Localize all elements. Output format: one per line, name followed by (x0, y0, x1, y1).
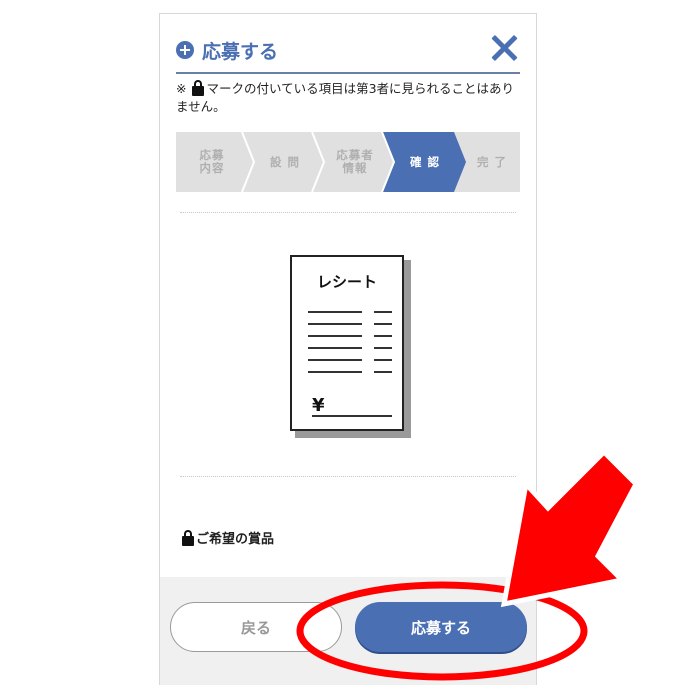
close-icon[interactable] (488, 32, 520, 64)
apply-modal: 応募する ※ マークの付いている項目は第3者に見られることはありません。 応募 … (159, 13, 537, 685)
back-button[interactable]: 戻る (170, 602, 342, 652)
modal-title: 応募する (202, 41, 279, 63)
lock-icon (192, 80, 205, 96)
prize-label-text: ご希望の賞品 (196, 532, 275, 547)
modal-footer: 戻る 応募する (160, 577, 536, 685)
apply-button[interactable]: 応募する (355, 602, 527, 652)
notice-text: マークの付いている項目は第3者に見られることはありません。 (176, 81, 515, 114)
modal-header: 応募する (176, 34, 520, 74)
privacy-notice: ※ マークの付いている項目は第3者に見られることはありません。 (176, 80, 520, 116)
receipt-title: レシート (316, 273, 377, 291)
lock-icon (182, 530, 194, 546)
divider (180, 212, 516, 213)
step-content: 応募 内容 (199, 148, 225, 175)
step-applicant-info: 応募者 情報 (336, 148, 374, 175)
step-complete: 完 了 (476, 154, 507, 169)
notice-prefix: ※ (176, 81, 187, 96)
divider (180, 476, 516, 477)
plus-circle-icon (176, 41, 194, 59)
step-confirm: 確 認 (409, 154, 440, 169)
step-questions: 設 問 (269, 154, 300, 169)
receipt-image: レシート ¥ (290, 255, 411, 438)
prize-label: ご希望の賞品 (180, 528, 274, 547)
yen-symbol: ¥ (312, 395, 325, 416)
progress-steps: 応募 内容 設 問 応募者 情報 確 認 完 了 (176, 132, 520, 192)
